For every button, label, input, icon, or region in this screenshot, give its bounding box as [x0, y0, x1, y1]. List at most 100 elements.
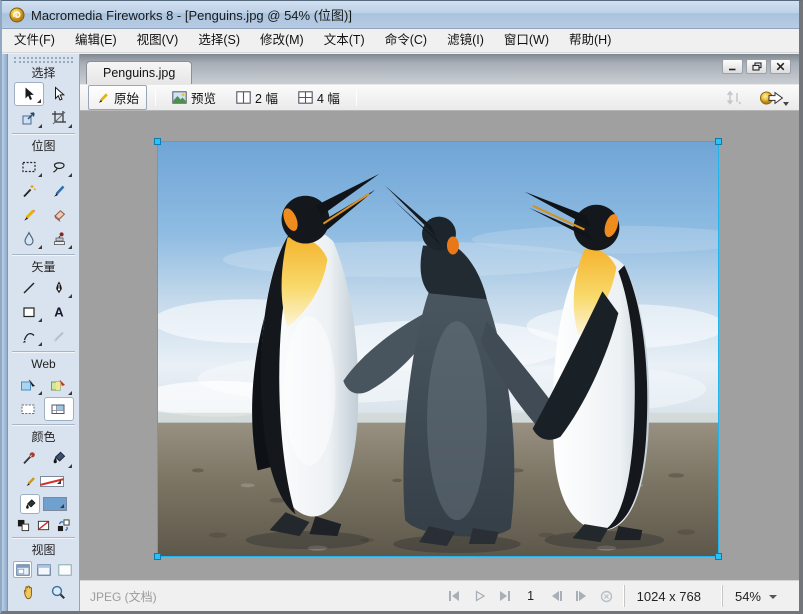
svg-text:A: A	[54, 305, 64, 320]
marquee-tool[interactable]	[14, 155, 44, 179]
freeform-tool[interactable]	[14, 324, 44, 348]
knife-tool[interactable]	[44, 324, 74, 348]
hand-tool[interactable]	[14, 580, 44, 604]
zoom-level-dropdown[interactable]: 54%	[722, 585, 789, 607]
hotspot-tool[interactable]	[14, 373, 44, 397]
pencil-icon	[96, 91, 110, 105]
view-toolbar: 原始 预览 2 幅 4 幅	[80, 84, 799, 111]
window-title: Macromedia Fireworks 8 - [Penguins.jpg @…	[31, 5, 352, 24]
menu-filters[interactable]: 滤镜(I)	[437, 29, 494, 52]
dock-arrows-icon[interactable]	[725, 90, 743, 106]
swap-colors-icon[interactable]	[55, 518, 72, 533]
eyedropper-tool[interactable]	[14, 446, 44, 470]
document-window: Penguins.jpg 原始	[80, 54, 799, 611]
last-frame-icon[interactable]	[497, 588, 513, 604]
default-colors-icon[interactable]	[15, 518, 32, 533]
fullscreen-icon[interactable]	[55, 561, 74, 578]
rubber-stamp-tool[interactable]	[44, 227, 74, 251]
preview-image-icon	[172, 91, 187, 104]
canvas-area[interactable]	[80, 111, 799, 580]
menu-text[interactable]: 文本(T)	[314, 29, 375, 52]
fill-color-well[interactable]	[43, 497, 67, 511]
zoom-tool[interactable]	[44, 580, 74, 604]
menu-view[interactable]: 视图(V)	[127, 29, 189, 52]
menu-file[interactable]: 文件(F)	[4, 29, 65, 52]
document-tab-label: Penguins.jpg	[103, 66, 175, 80]
section-divider	[12, 537, 75, 539]
play-icon[interactable]	[472, 588, 488, 604]
next-frame-icon[interactable]	[574, 588, 590, 604]
tools-panel: 选择 位图	[2, 54, 80, 611]
pointer-tool[interactable]	[14, 82, 44, 106]
document-tab[interactable]: Penguins.jpg	[86, 61, 192, 84]
subselection-tool[interactable]	[44, 82, 74, 106]
pencil-tool[interactable]	[14, 203, 44, 227]
section-title-colors: 颜色	[8, 429, 79, 446]
section-divider	[12, 254, 75, 256]
no-color-icon[interactable]	[35, 518, 52, 533]
menu-help[interactable]: 帮助(H)	[559, 29, 621, 52]
paint-bucket-tool[interactable]	[44, 446, 74, 470]
lasso-tool[interactable]	[44, 155, 74, 179]
hide-slices-tool[interactable]	[14, 397, 44, 421]
file-type-label: JPEG (文档)	[80, 588, 157, 605]
selection-handle-top-right[interactable]	[715, 138, 722, 145]
fullscreen-menus-icon[interactable]	[34, 561, 53, 578]
show-slices-tool[interactable]	[44, 397, 74, 421]
fireworks-logo-icon	[9, 7, 25, 23]
document-window-controls	[722, 59, 791, 74]
brush-tool[interactable]	[44, 179, 74, 203]
first-frame-icon[interactable]	[447, 588, 463, 604]
magic-wand-tool[interactable]	[14, 179, 44, 203]
blur-tool[interactable]	[14, 227, 44, 251]
original-view-button[interactable]: 原始	[88, 85, 147, 110]
crop-tool[interactable]	[44, 106, 74, 130]
fireworks-window: Macromedia Fireworks 8 - [Penguins.jpg @…	[0, 0, 803, 614]
section-divider	[12, 133, 75, 135]
zoom-level-value: 54%	[735, 589, 761, 604]
minimize-icon[interactable]	[722, 59, 743, 74]
canvas-size-value: 1024 x 768	[637, 589, 701, 604]
loop-icon[interactable]	[599, 588, 615, 604]
two-up-view-button[interactable]: 2 幅	[228, 85, 286, 110]
close-icon[interactable]	[770, 59, 791, 74]
fill-bucket-icon[interactable]	[20, 494, 40, 514]
slice-tool[interactable]	[44, 373, 74, 397]
restore-icon[interactable]	[746, 59, 767, 74]
scale-tool[interactable]	[14, 106, 44, 130]
section-divider	[12, 424, 75, 426]
pen-tool[interactable]	[44, 276, 74, 300]
eraser-tool[interactable]	[44, 203, 74, 227]
text-tool[interactable]: A	[44, 300, 74, 324]
stroke-pencil-icon[interactable]	[24, 475, 37, 488]
chevron-down-icon	[769, 595, 777, 599]
screen-mode-row	[8, 559, 79, 580]
menu-window[interactable]: 窗口(W)	[494, 29, 559, 52]
status-bar: JPEG (文档) 1 10	[80, 580, 799, 611]
stroke-color-well[interactable]	[40, 476, 64, 487]
previous-frame-icon[interactable]	[549, 588, 565, 604]
section-title-view: 视图	[8, 542, 79, 559]
penguins-image[interactable]	[157, 141, 719, 557]
menu-modify[interactable]: 修改(M)	[250, 29, 314, 52]
four-up-view-button[interactable]: 4 幅	[290, 85, 348, 110]
menu-bar: 文件(F) 编辑(E) 视图(V) 选择(S) 修改(M) 文本(T) 命令(C…	[2, 29, 799, 53]
four-up-view-label: 4 幅	[317, 88, 340, 107]
section-title-web: Web	[8, 356, 79, 373]
selection-handle-bottom-right[interactable]	[715, 553, 722, 560]
selection-handle-top-left[interactable]	[154, 138, 161, 145]
preview-view-button[interactable]: 预览	[164, 85, 224, 110]
two-up-icon	[236, 91, 251, 104]
title-bar[interactable]: Macromedia Fireworks 8 - [Penguins.jpg @…	[2, 1, 799, 29]
canvas-size-indicator[interactable]: 1024 x 768	[624, 585, 713, 607]
panel-gripper[interactable]	[14, 57, 73, 63]
rectangle-tool[interactable]	[14, 300, 44, 324]
menu-edit[interactable]: 编辑(E)	[65, 29, 127, 52]
menu-commands[interactable]: 命令(C)	[375, 29, 437, 52]
standard-screen-icon[interactable]	[13, 561, 32, 578]
menu-select[interactable]: 选择(S)	[188, 29, 250, 52]
line-tool[interactable]	[14, 276, 44, 300]
selection-handle-bottom-left[interactable]	[154, 553, 161, 560]
quick-export-icon[interactable]	[759, 90, 785, 106]
section-title-vector: 矢量	[8, 259, 79, 276]
